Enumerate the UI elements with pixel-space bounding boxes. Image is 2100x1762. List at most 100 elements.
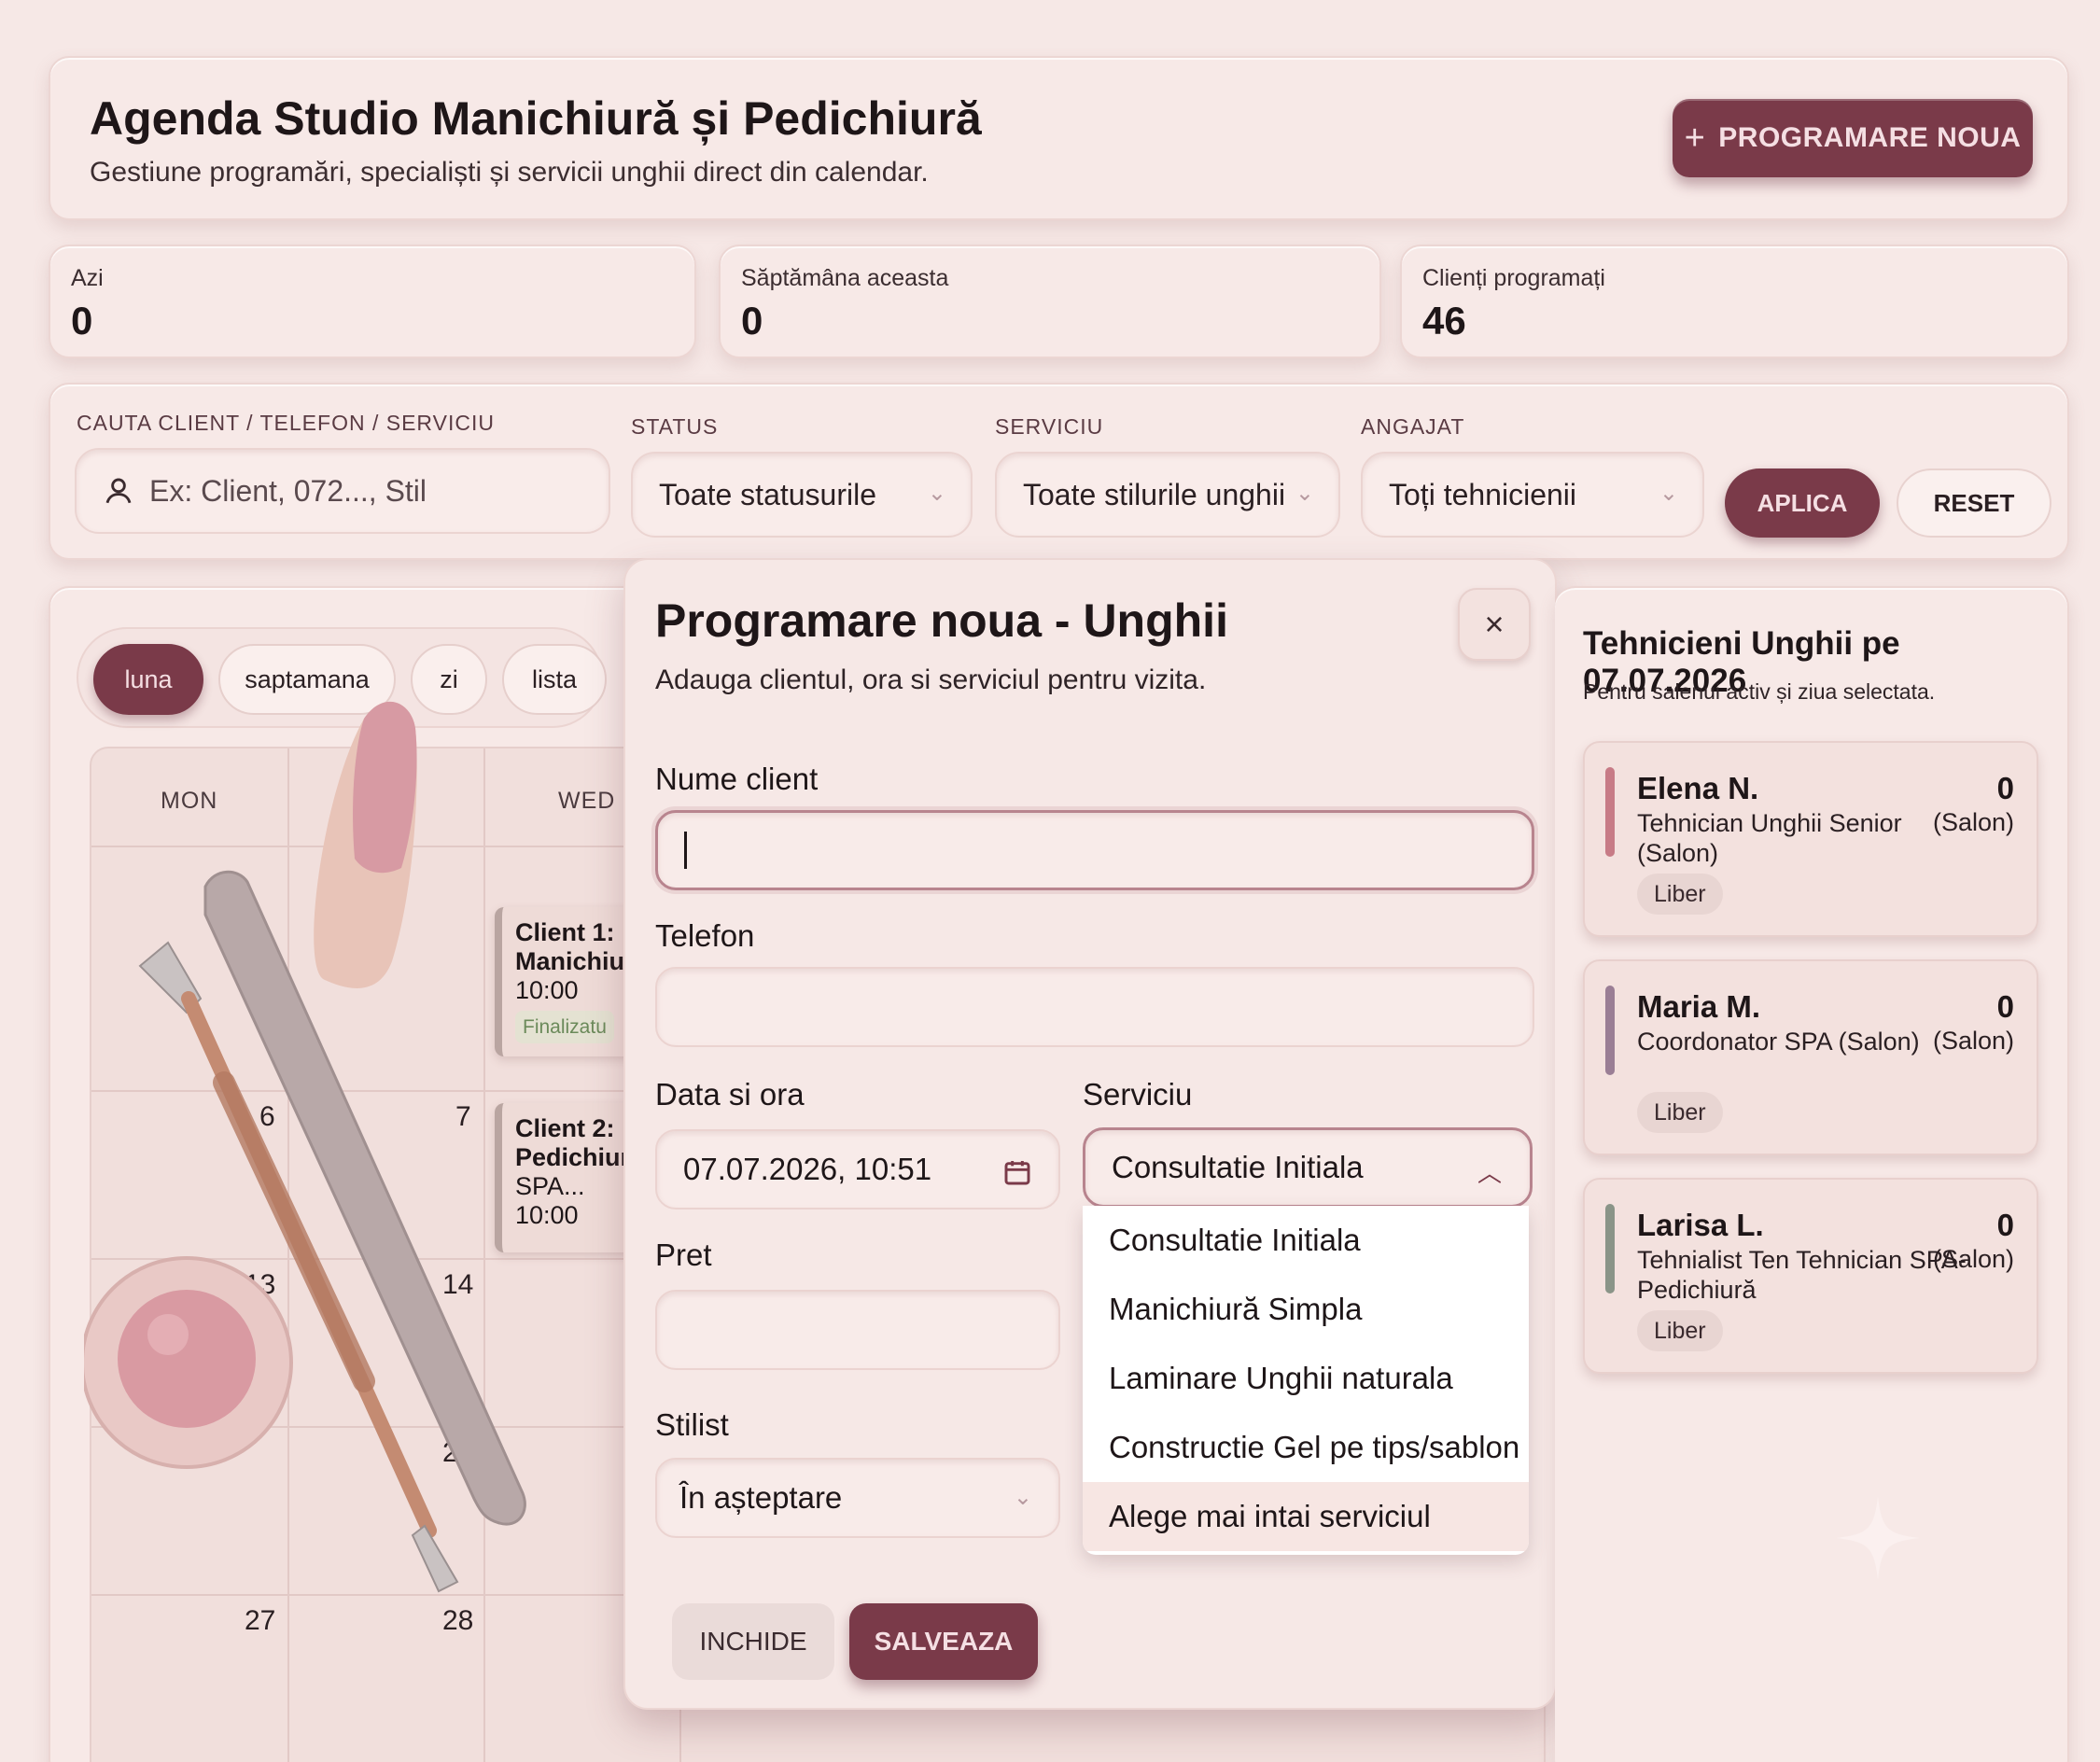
technician-card[interactable]: Larisa L. Tehnialist Ten Tehnician SPA-P…: [1583, 1178, 2038, 1374]
page-subtitle: Gestiune programări, specialiști și serv…: [90, 157, 929, 188]
technician-count: 0: [1996, 989, 2014, 1024]
day-number[interactable]: 7: [455, 1101, 471, 1133]
close-icon: ×: [1484, 605, 1505, 643]
technician-color-bar: [1605, 1204, 1615, 1294]
service-option[interactable]: Laminare Unghii naturala: [1083, 1344, 1529, 1413]
stat-label: Clienți programați: [1422, 265, 1605, 291]
day-header-mon: MON: [161, 788, 218, 814]
event-service: Manichiur: [515, 947, 635, 975]
stat-card-today: Azi 0: [49, 245, 696, 358]
phone-input[interactable]: [655, 967, 1534, 1047]
technician-name: Larisa L.: [1637, 1208, 1764, 1242]
technician-location: (Salon): [1932, 1245, 2014, 1273]
grid-line: [483, 748, 485, 1762]
service-dropdown-list: Consultatie Initiala Manichiură Simpla L…: [1083, 1206, 1529, 1555]
stat-label: Săptămâna aceasta: [741, 265, 949, 291]
search-input[interactable]: Ex: Client, 072..., Stil: [75, 448, 610, 534]
day-number[interactable]: 13: [245, 1269, 275, 1301]
price-input[interactable]: [655, 1290, 1060, 1370]
day-number[interactable]: 28: [442, 1605, 473, 1637]
phone-label: Telefon: [655, 918, 755, 953]
tab-zi[interactable]: zi: [411, 644, 487, 715]
technicians-subtitle: Pentru salenui activ și ziua selectata.: [1583, 679, 1936, 704]
tab-lista[interactable]: lista: [502, 644, 607, 715]
status-badge: Liber: [1637, 1092, 1723, 1133]
chevron-down-icon: ⌄: [1295, 481, 1314, 506]
datetime-value: 07.07.2026, 10:51: [683, 1152, 932, 1186]
technician-card[interactable]: Elena N. Tehnician Unghii Senior (Salon)…: [1583, 741, 2038, 937]
technician-count: 0: [1996, 1208, 2014, 1242]
modal-subtitle: Adauga clientul, ora si serviciul pentru…: [655, 664, 1207, 695]
chevron-down-icon: ⌄: [1013, 1485, 1032, 1510]
day-number[interactable]: 27: [245, 1605, 275, 1637]
service-filter-select[interactable]: Toate stilurile unghii ⌄: [995, 452, 1340, 538]
technicians-panel: Tehnicieni Unghii pe 07.07.2026 Pentru s…: [1555, 586, 2069, 1762]
service-option[interactable]: Constructie Gel pe tips/sablon: [1083, 1413, 1529, 1482]
service-label: SERVICIU: [995, 414, 1104, 439]
price-label: Pret: [655, 1238, 712, 1272]
search-placeholder: Ex: Client, 072..., Stil: [149, 473, 427, 508]
technician-location: (Salon): [1932, 808, 2014, 836]
day-number[interactable]: 14: [442, 1269, 473, 1301]
stylist-select[interactable]: În așteptare ⌄: [655, 1458, 1060, 1538]
header-panel: Agenda Studio Manichiură și Pedichiură G…: [49, 56, 2069, 220]
stat-card-week: Săptămâna aceasta 0: [719, 245, 1381, 358]
technician-count: 0: [1996, 771, 2014, 805]
sparkle-icon: [1836, 1496, 1920, 1580]
stat-card-clients: Clienți programați 46: [1400, 245, 2069, 358]
status-value: Toate statusurile: [659, 477, 877, 511]
reset-button[interactable]: RESET: [1897, 468, 2051, 538]
service-modal-label: Serviciu: [1083, 1077, 1193, 1112]
close-button[interactable]: ×: [1458, 588, 1531, 661]
technician-color-bar: [1605, 986, 1615, 1075]
day-number[interactable]: 2: [442, 1437, 458, 1469]
apply-button[interactable]: APLICA: [1725, 468, 1880, 538]
stylist-value: În așteptare: [679, 1480, 843, 1515]
client-name-input[interactable]: [655, 810, 1534, 890]
status-select[interactable]: Toate statusurile ⌄: [631, 452, 973, 538]
service-option[interactable]: Alege mai intai serviciul: [1083, 1482, 1529, 1551]
technician-name: Elena N.: [1637, 771, 1759, 805]
technician-name: Maria M.: [1637, 989, 1761, 1024]
technician-card[interactable]: Maria M. Coordonator SPA (Salon) 0 (Salo…: [1583, 959, 2038, 1155]
technician-location: (Salon): [1932, 1027, 2014, 1055]
status-badge: Liber: [1637, 1310, 1723, 1351]
service-option[interactable]: Manichiură Simpla: [1083, 1275, 1529, 1344]
page-title: Agenda Studio Manichiură și Pedichiură: [90, 92, 982, 145]
stat-value: 46: [1422, 299, 1466, 343]
text-caret: [684, 832, 687, 869]
service-option[interactable]: Consultatie Initiala: [1083, 1206, 1529, 1275]
status-label: STATUS: [631, 414, 719, 439]
event-title: Client 1:: [515, 918, 615, 946]
stylist-label: Stilist: [655, 1407, 729, 1442]
day-number[interactable]: 6: [259, 1101, 275, 1133]
name-label: Nume client: [655, 762, 819, 796]
employee-value: Toți tehnicienii: [1389, 477, 1576, 511]
plus-icon: +: [1684, 118, 1706, 158]
tab-luna[interactable]: luna: [93, 644, 203, 715]
new-appointment-label: PROGRAMARE NOUA: [1718, 122, 2022, 153]
event-status: Finalizatu: [515, 1011, 614, 1043]
datetime-input[interactable]: 07.07.2026, 10:51: [655, 1129, 1060, 1210]
new-appointment-button[interactable]: + PROGRAMARE NOUA: [1673, 99, 2033, 177]
service-select[interactable]: Consultatie Initiala ︿: [1083, 1127, 1533, 1208]
technician-color-bar: [1605, 767, 1615, 857]
employee-select[interactable]: Toți tehnicienii ⌄: [1361, 452, 1704, 538]
technician-role: Tehnialist Ten Tehnician SPA-Pedichiură: [1637, 1246, 1967, 1304]
stat-value: 0: [71, 299, 93, 343]
service-filter-value: Toate stilurile unghii: [1023, 477, 1286, 511]
tab-saptamana[interactable]: saptamana: [218, 644, 396, 715]
calendar-icon[interactable]: [1002, 1157, 1032, 1187]
event-time: 10:00: [515, 1201, 579, 1229]
cancel-button[interactable]: INCHIDE: [672, 1603, 834, 1680]
user-icon: [105, 478, 132, 504]
save-button[interactable]: SALVEAZA: [849, 1603, 1038, 1680]
view-tabs: luna saptamana zi lista: [77, 627, 607, 728]
chevron-up-icon: ︿: [1477, 1159, 1502, 1187]
chevron-down-icon: ⌄: [1659, 481, 1678, 506]
employee-label: ANGAJAT: [1361, 414, 1465, 439]
filter-bar: CAUTA CLIENT / TELEFON / SERVICIU Ex: Cl…: [49, 383, 2069, 560]
day-header-wed: WED: [558, 788, 616, 814]
new-appointment-modal: Programare noua - Unghii Adauga clientul…: [623, 558, 1557, 1710]
modal-title: Programare noua - Unghii: [655, 594, 1228, 647]
